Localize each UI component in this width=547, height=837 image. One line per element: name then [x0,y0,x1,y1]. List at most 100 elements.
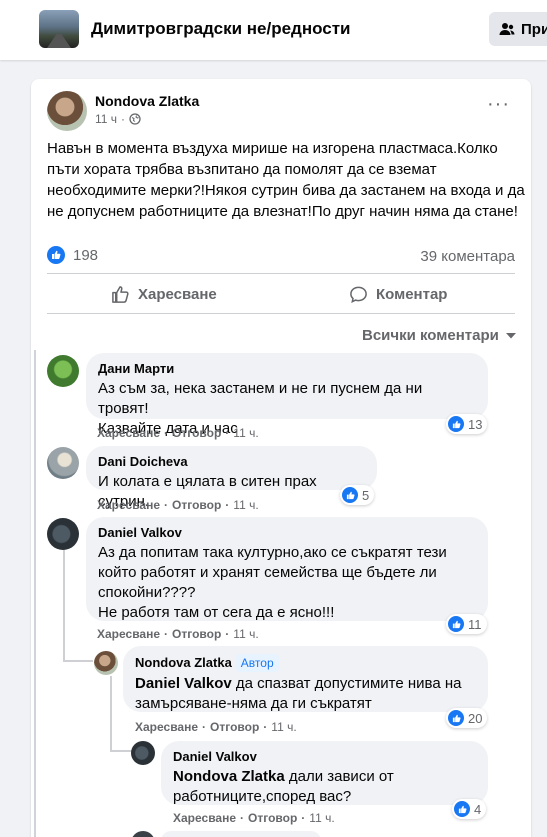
reply-line: работниците,според вас? [173,788,352,805]
comment-text: Аз да попитам така културно,ако се съкра… [98,543,476,623]
comment-like-count[interactable]: 11 [446,614,487,634]
reply-bubble: Daniel Valkov Nondova Zlatka дали зависи… [161,741,488,805]
comment-reply-button[interactable]: Отговор [172,498,221,512]
like-action-label: Харесване [138,286,217,303]
commenter-avatar[interactable] [47,518,79,550]
like-count: 20 [468,710,483,726]
comment-like-count[interactable]: 20 [446,708,488,728]
commenter-avatar[interactable] [47,447,79,479]
comment-bubble: Дани Марти Аз съм за, нека застанем и не… [86,353,488,437]
reply-line: Nondova Zlatka дали зависи от [173,767,476,787]
reply-connector [110,750,132,752]
commenter-name[interactable]: Dani Doicheva [98,454,365,470]
like-count: 4 [474,801,482,817]
reply-time[interactable]: 11 ч. [271,720,296,734]
comment-time[interactable]: 11 ч. [233,498,258,512]
thread-connector [110,676,112,750]
comment-reply-button[interactable]: Отговор [172,627,221,641]
reply-author-link[interactable]: Nondova Zlatka [135,655,232,670]
reply-author-name: Nondova Zlatka Автор [135,654,476,672]
comment-like-button[interactable]: Харесване [97,426,160,440]
reply-text: Nondova Zlatka дали зависи от работницит… [173,767,476,807]
reply-text: Daniel Valkov да спазват допустимите нив… [135,674,476,714]
comment-time[interactable]: 11 ч. [233,426,258,440]
comment-like-count[interactable]: 5 [340,485,375,505]
like-reaction-icon [342,487,358,503]
reply-bubble-partial [161,831,321,837]
reply-actions: Харесване · Отговор · 11 ч. [173,811,335,825]
commenter-name[interactable]: Дани Марти [98,361,476,377]
reply-actions: Харесване · Отговор · 11 ч. [135,720,297,734]
comment-like-count[interactable]: 4 [452,799,487,819]
scroll-marker [34,350,36,837]
reply-reply-button[interactable]: Отговор [248,811,297,825]
like-reaction-icon [448,416,464,432]
join-button-label: При [521,20,547,38]
comment-count-link[interactable]: 39 коментара [420,248,515,265]
comment-bubble: Dani Doicheva И колата е цялата в ситен … [86,446,377,510]
globe-icon [129,113,141,125]
join-group-button[interactable]: При [489,12,547,46]
reply-line: Daniel Valkov да спазват допустимите нив… [135,674,476,694]
divider [47,273,515,274]
thumbs-up-icon [112,286,129,303]
comment-action-button[interactable]: Коментар [349,285,447,304]
reply-reply-button[interactable]: Отговор [210,720,259,734]
reply-bubble: Nondova Zlatka Автор Daniel Valkov да спа… [123,646,488,712]
reply-line: замърсяване-няма да ги съкратят [135,695,372,712]
reaction-count: 198 [73,246,99,264]
more-options-icon[interactable]: ··· [487,94,510,114]
comment-actions: Харесване · Отговор · 11 ч. [97,627,259,641]
like-action-button[interactable]: Харесване [111,285,217,304]
post-meta: 11 ч · [95,112,141,126]
commenter-avatar[interactable] [47,355,79,387]
mention-link[interactable]: Daniel Valkov [135,675,232,692]
comment-like-count[interactable]: 13 [446,414,488,434]
reaction-summary[interactable]: 198 [47,246,98,264]
thread-connector [63,548,65,660]
comment-line: Не работя там от сега да е ясно!!! [98,604,335,621]
commenter-name[interactable]: Daniel Valkov [98,525,476,541]
reply-author-avatar[interactable] [131,741,155,765]
people-icon [499,23,515,35]
group-cover-thumbnail[interactable] [39,10,79,48]
meta-separator: · [121,112,126,126]
comment-time[interactable]: 11 ч. [233,627,258,641]
comment-line: който работят и хранят семейства ще бъде… [98,564,437,581]
post-author-avatar[interactable] [47,91,87,131]
reply-time[interactable]: 11 ч. [309,811,334,825]
like-count: 5 [362,487,370,503]
group-header-bar: Димитровградски не/редности При [0,0,547,60]
reply-connector [63,660,93,662]
comment-actions: Харесване · Отговор · 11 ч. [97,426,259,440]
comment-bubble: Daniel Valkov Аз да попитам така културн… [86,517,488,621]
comment-bubble-icon [350,286,367,303]
reply-like-button[interactable]: Харесване [173,811,236,825]
like-reaction-icon [47,246,65,264]
reply-text-segment: дали зависи от [284,768,394,785]
reply-text-segment: да спазват допустимите нива на [231,675,462,692]
comment-actions: Харесване · Отговор · 11 ч. [97,498,259,512]
caret-down-icon [505,332,516,338]
comment-line: спокойни???? [98,584,196,601]
comment-action-label: Коментар [376,286,448,303]
post-author-name[interactable]: Nondova Zlatka [95,93,199,109]
comment-filter-label: Всички коментари [362,327,499,344]
comment-line: Аз да попитам така културно,ако се съкра… [98,544,447,561]
like-count: 11 [468,616,482,632]
post-time[interactable]: 11 ч [95,112,117,126]
comment-like-button[interactable]: Харесване [97,498,160,512]
divider [47,313,515,314]
post-body-text: Навън в момента въздуха мирише на изгоре… [47,140,525,220]
like-reaction-icon [448,616,464,632]
comment-like-button[interactable]: Харесване [97,627,160,641]
reply-like-button[interactable]: Харесване [135,720,198,734]
mention-link[interactable]: Nondova Zlatka [173,768,285,785]
group-title[interactable]: Димитровградски не/редности [91,19,351,39]
comment-reply-button[interactable]: Отговор [172,426,221,440]
reply-author-avatar[interactable] [94,651,118,675]
reply-author-name[interactable]: Daniel Valkov [173,749,476,765]
like-reaction-icon [454,801,470,817]
like-count: 13 [468,416,483,432]
comment-filter-dropdown[interactable]: Всички коментари [362,327,517,344]
